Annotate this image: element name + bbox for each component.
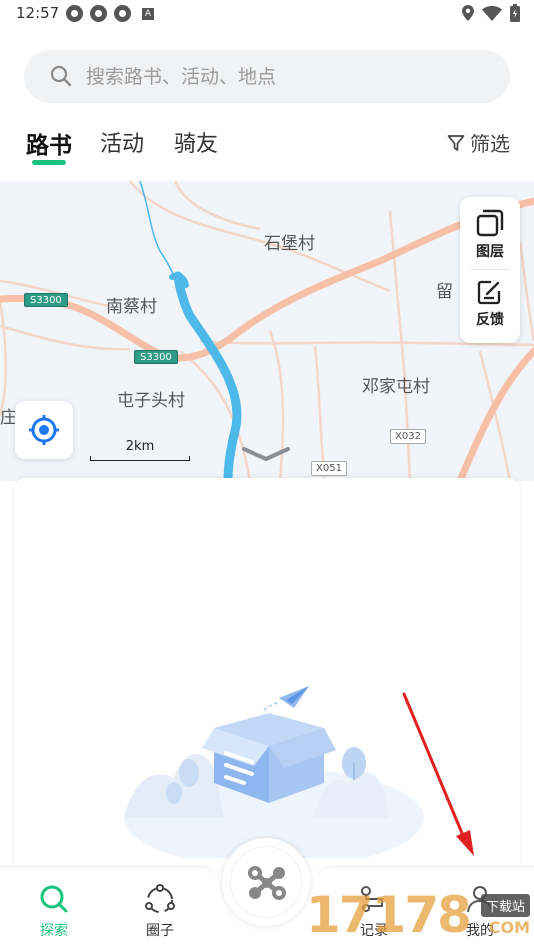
app-notification-icon <box>90 5 107 22</box>
battery-icon <box>510 4 520 22</box>
a-icon: A <box>142 7 154 20</box>
search-bar[interactable] <box>24 50 510 103</box>
search-icon <box>50 65 72 87</box>
search-input[interactable] <box>86 50 486 103</box>
feedback-label: 反馈 <box>476 312 504 328</box>
layers-button[interactable]: 图层 <box>460 197 520 267</box>
layers-label: 图层 <box>476 244 504 260</box>
feedback-icon <box>477 280 501 305</box>
nav-label: 探索 <box>40 923 68 939</box>
center-ride-button[interactable] <box>222 838 310 926</box>
road-badge: S3300 <box>134 350 178 364</box>
map-place-label: 留 <box>436 282 453 302</box>
tab-active-indicator <box>32 160 66 165</box>
center-ride-button-inner <box>230 846 302 918</box>
map-place-label: 屯子头村 <box>117 391 185 411</box>
road-badge: X032 <box>390 429 426 444</box>
wifi-icon <box>482 5 502 21</box>
location-icon <box>462 5 474 21</box>
circle-icon <box>145 884 175 913</box>
map-place-label: 邓家屯村 <box>362 377 430 397</box>
empty-state-illustration <box>124 686 424 858</box>
status-icons-right <box>462 4 520 22</box>
tool-divider <box>470 269 510 270</box>
map-place-label: 石堡村 <box>264 234 315 254</box>
status-time: 12:57 <box>16 4 60 22</box>
search-icon <box>40 885 68 913</box>
watermark: 17178 下载站 COM <box>306 886 534 950</box>
content-tabs: 路书 活动 骑友 筛选 <box>0 118 534 170</box>
app-notification-icon <box>114 5 131 22</box>
map-tools-panel: 图层 反馈 <box>460 197 520 343</box>
scale-line <box>90 456 190 461</box>
locate-button[interactable] <box>15 401 73 459</box>
status-icons-left: A <box>66 5 154 22</box>
results-sheet[interactable] <box>14 478 520 898</box>
feedback-button[interactable]: 反馈 <box>460 271 520 341</box>
filter-icon <box>447 134 465 151</box>
map-place-label: 南蔡村 <box>106 297 157 317</box>
watermark-tag: 下载站 <box>480 894 530 917</box>
app-notification-icon <box>66 5 83 22</box>
layers-icon <box>476 209 504 237</box>
road-badge: S3300 <box>24 293 68 307</box>
status-bar: 12:57 A <box>0 0 534 28</box>
scale-label: 2km <box>125 439 155 454</box>
tab-activities[interactable]: 活动 <box>100 126 144 158</box>
watermark-suffix: COM <box>488 918 530 937</box>
map-base <box>0 181 534 481</box>
road-badge: X051 <box>311 461 347 476</box>
tab-riders[interactable]: 骑友 <box>174 126 218 158</box>
filter-label: 筛选 <box>470 132 510 156</box>
map-scale-bar: 2km <box>90 437 190 461</box>
locate-icon <box>29 415 59 445</box>
watermark-digits: 17178 <box>306 886 472 944</box>
nav-label: 圈子 <box>146 923 174 939</box>
filter-button[interactable]: 筛选 <box>447 128 510 157</box>
ride-hub-icon <box>248 866 286 900</box>
map-view[interactable]: 石堡村 南蔡村 屯子头村 邓家屯村 留 庄 S3300 S3300 X032 X… <box>0 181 534 481</box>
tab-routebook[interactable]: 路书 <box>26 126 72 160</box>
